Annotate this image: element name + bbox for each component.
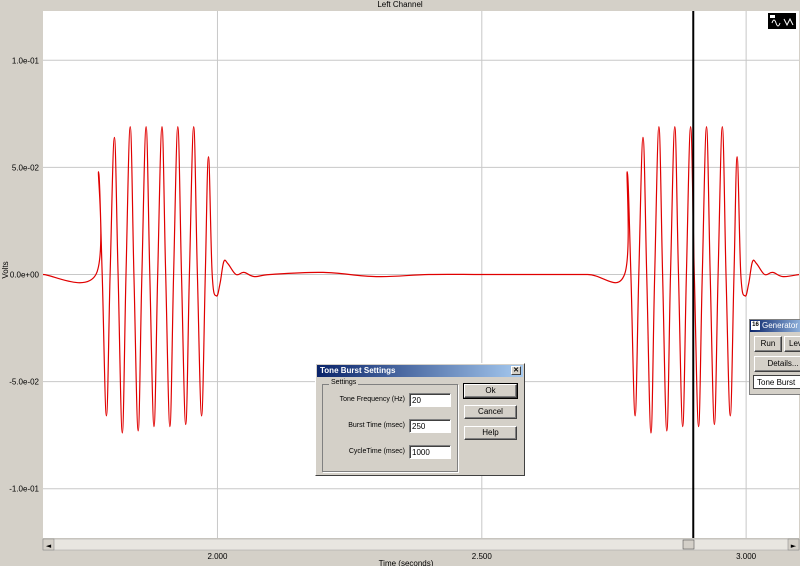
x-axis-label: Time (seconds)	[379, 559, 434, 566]
scroll-right-arrow-icon: ►	[791, 542, 797, 550]
tone-frequency-input[interactable]: 20	[409, 393, 451, 407]
generator-type-select[interactable]: Tone Burst	[753, 375, 800, 389]
generator-title: Generator	[762, 321, 799, 330]
x-tick-label: 2.000	[207, 552, 228, 561]
x-tick-label: 3.000	[736, 552, 757, 561]
cancel-button[interactable]: Cancel	[464, 405, 517, 419]
run-button[interactable]: Run	[754, 336, 782, 352]
y-tick-label: -5.0e-02	[9, 378, 39, 387]
ok-button[interactable]: Ok	[463, 383, 518, 399]
settings-group-label: Settings	[329, 379, 359, 386]
tone-burst-settings-dialog: Tone Burst Settings ✕ Settings Tone Freq…	[315, 363, 525, 476]
close-icon[interactable]: ✕	[511, 366, 521, 375]
horizontal-scrollbar[interactable]: ◄ ►	[42, 538, 800, 551]
help-button[interactable]: Help	[464, 426, 517, 440]
y-tick-label: 0.0e+00	[10, 271, 40, 280]
burst-time-label: Burst Time (msec)	[348, 422, 405, 429]
level-button[interactable]: Lev	[784, 336, 800, 352]
chart: 1.0e-01 5.0e-02 0.0e+00 -5.0e-02 -1.0e-01 2.…	[0, 0, 800, 566]
y-axis-label: Volts	[1, 261, 10, 278]
cycle-time-input[interactable]: 1000	[409, 445, 451, 459]
chart-title: Left Channel	[377, 0, 423, 9]
scroll-left-arrow-icon: ◄	[46, 542, 52, 550]
burst-time-input[interactable]: 250	[409, 419, 451, 433]
tone-frequency-label: Tone Frequency (Hz)	[339, 396, 405, 403]
x-tick-label: 2.500	[472, 552, 493, 561]
cycle-time-label: CycleTime (msec)	[348, 448, 405, 455]
settings-group: Settings Tone Frequency (Hz) 20 Burst Ti…	[322, 379, 458, 472]
y-tick-label: -1.0e-01	[9, 485, 39, 494]
dialog-titlebar[interactable]: Tone Burst Settings ✕	[317, 365, 523, 377]
generator-app-icon: 16	[751, 321, 760, 330]
dialog-title: Tone Burst Settings	[320, 366, 396, 375]
generator-panel[interactable]: 16 Generator Run Lev Details... Tone Bur…	[749, 319, 800, 395]
y-tick-label: 1.0e-01	[12, 56, 40, 65]
scroll-thumb[interactable]	[682, 539, 695, 550]
generator-titlebar[interactable]: 16 Generator	[750, 320, 800, 332]
y-tick-label: 5.0e-02	[12, 163, 40, 172]
details-button[interactable]: Details...	[754, 356, 800, 372]
waveform-icon[interactable]	[768, 13, 796, 29]
